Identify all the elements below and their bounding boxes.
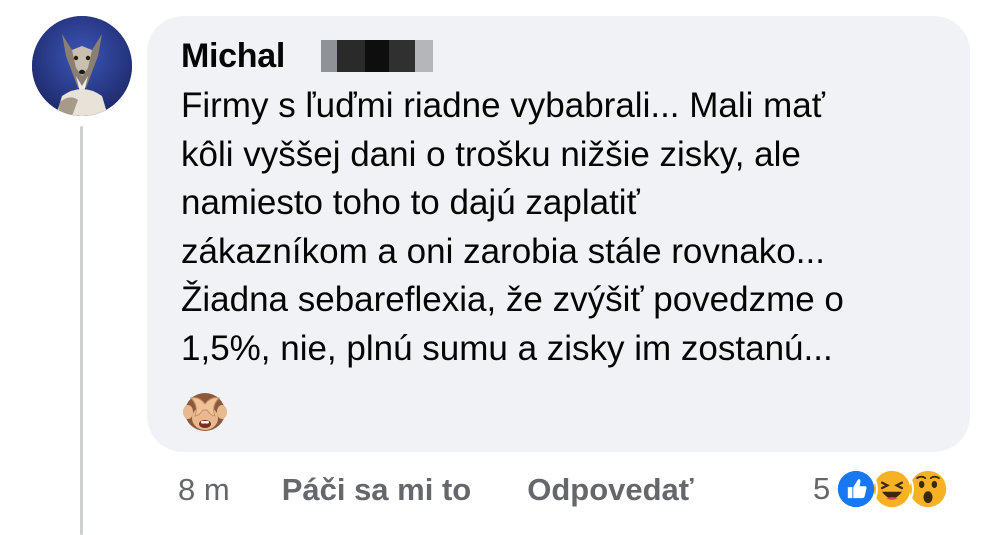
see-no-evil-monkey-emoji (183, 393, 227, 431)
comment-actions: 8 m Páči sa mi to Odpovedať (178, 470, 694, 510)
thread-line (80, 126, 83, 535)
timestamp[interactable]: 8 m (178, 472, 230, 508)
comment-text: Firmy s ľuďmi riadne vybabrali... Mali m… (181, 86, 844, 368)
like-reaction-icon (834, 467, 879, 511)
reactions-summary[interactable]: 5 (813, 466, 951, 512)
comment-header: Michal (181, 35, 434, 77)
reaction-count: 5 (813, 471, 831, 506)
redacted-surname (321, 39, 434, 73)
avatar[interactable] (32, 16, 132, 116)
author-name[interactable]: Michal (181, 37, 285, 76)
wolf-avatar-image (32, 16, 132, 116)
reply-button[interactable]: Odpovedať (527, 472, 693, 508)
like-button[interactable]: Páči sa mi to (282, 472, 472, 508)
